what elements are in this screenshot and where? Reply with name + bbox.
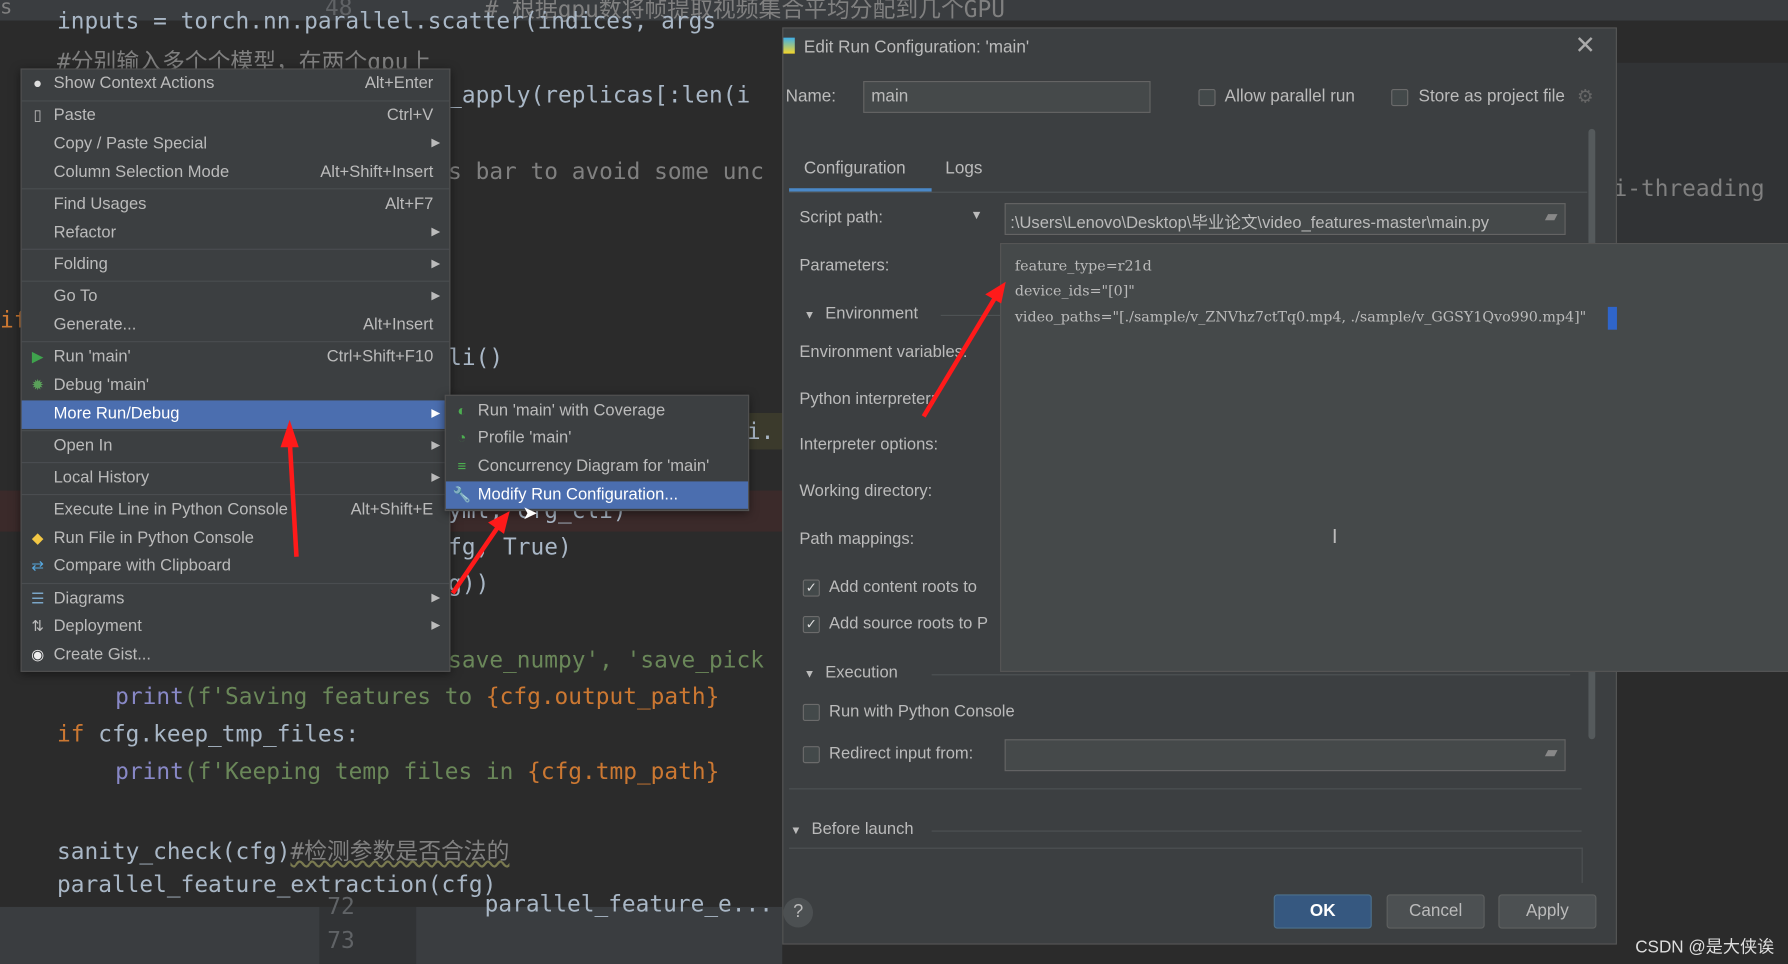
annotation-arrow xyxy=(921,297,997,418)
annotation-arrowhead xyxy=(488,511,510,534)
annotation-arrow xyxy=(450,523,502,595)
screen: s 48 # 根据gpu数将帧提取视频集合平均分配到几个GPU inputs =… xyxy=(0,0,1788,964)
annotation-arrowhead xyxy=(280,419,299,448)
annotation-arrow xyxy=(287,439,299,557)
annotation-arrows xyxy=(280,281,1006,595)
watermark: CSDN @是大侠诶 xyxy=(1635,937,1775,958)
